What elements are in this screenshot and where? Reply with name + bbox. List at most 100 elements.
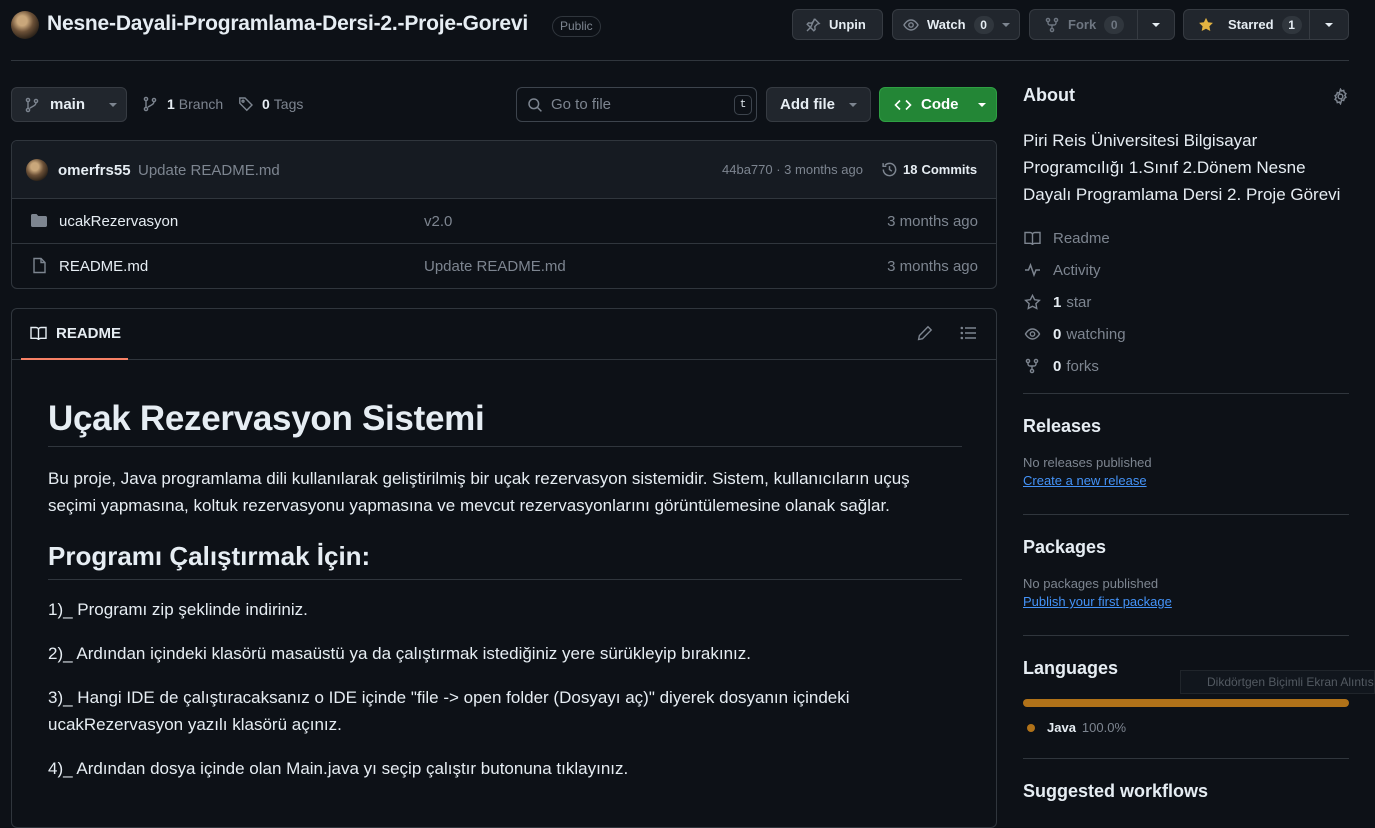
tags-label: Tags xyxy=(273,96,304,112)
chevron-down-icon[interactable] xyxy=(1001,20,1011,30)
readme-tab-label: README xyxy=(56,325,122,342)
watch-label: Watch xyxy=(927,17,966,32)
visibility-badge: Public xyxy=(552,16,601,37)
packages-empty: No packages published xyxy=(1023,576,1159,591)
readme-link[interactable]: Readme xyxy=(1023,222,1349,254)
branch-name: main xyxy=(50,96,86,113)
branch-selector[interactable]: main xyxy=(11,87,127,122)
watch-button[interactable]: Watch 0 xyxy=(892,9,1020,40)
latest-commit-bar: omerfrs55 Update README.md 44ba770 · 3 m… xyxy=(12,141,996,199)
header-divider xyxy=(11,60,1349,61)
file-row[interactable]: ucakRezervasyon v2.0 3 months ago xyxy=(12,199,996,244)
unpin-label: Unpin xyxy=(829,17,866,32)
chevron-down-icon[interactable] xyxy=(1138,20,1174,30)
activity-link[interactable]: Activity xyxy=(1023,254,1349,286)
fork-icon xyxy=(1023,358,1041,374)
chevron-down-icon[interactable] xyxy=(1310,20,1348,30)
file-name[interactable]: README.md xyxy=(59,258,148,275)
readme-content: Uçak Rezervasyon Sistemi Bu proje, Java … xyxy=(48,397,962,799)
watching-count: 0 xyxy=(1053,325,1062,343)
star-filled-icon xyxy=(1198,17,1214,33)
commits-label: Commits xyxy=(921,162,978,177)
fork-icon xyxy=(1044,17,1060,33)
watching-link[interactable]: 0 watching xyxy=(1023,318,1349,350)
readme-title: Uçak Rezervasyon Sistemi xyxy=(48,397,962,447)
code-button[interactable]: Code xyxy=(879,87,997,122)
tooltip-text: Dikdörtgen Biçimli Ekran Alıntısı xyxy=(1207,675,1375,689)
about-description: Piri Reis Üniversitesi Bilgisayar Progra… xyxy=(1023,131,1341,204)
stars-count: 1 xyxy=(1053,293,1062,311)
readme-header: README xyxy=(12,309,996,360)
fork-label: Fork xyxy=(1068,17,1097,32)
create-release-link[interactable]: Create a new release xyxy=(1023,473,1349,488)
file-commit-message[interactable]: v2.0 xyxy=(424,213,452,230)
file-name[interactable]: ucakRezervasyon xyxy=(59,213,178,230)
pulse-icon xyxy=(1023,263,1041,277)
go-to-file-input[interactable] xyxy=(551,96,721,113)
commit-author[interactable]: omerfrs55 xyxy=(58,162,131,179)
workflows-section: Suggested workflows xyxy=(1023,759,1349,802)
branches-link[interactable]: 1 Branch xyxy=(142,96,223,112)
owner-avatar[interactable] xyxy=(11,11,39,39)
releases-title[interactable]: Releases xyxy=(1023,416,1349,437)
list-outline-icon[interactable] xyxy=(960,325,977,341)
branches-count: 1 xyxy=(167,96,175,112)
readme-panel: README Uçak Rezervasyon Sistemi Bu proje… xyxy=(11,308,997,828)
about-title: About xyxy=(1023,85,1075,105)
publish-package-link[interactable]: Publish your first package xyxy=(1023,594,1349,609)
branch-icon xyxy=(24,97,40,113)
packages-title[interactable]: Packages xyxy=(1023,537,1349,558)
forks-label: forks xyxy=(1066,357,1099,375)
shortcut-key: t xyxy=(734,95,752,115)
pencil-icon[interactable] xyxy=(917,325,933,341)
chevron-down-icon xyxy=(977,100,987,110)
commit-hash-time[interactable]: 44ba770 · 3 months ago xyxy=(722,162,863,177)
forks-count: 0 xyxy=(1053,357,1062,375)
branches-label: Branch xyxy=(178,96,224,112)
releases-empty: No releases published xyxy=(1023,455,1152,470)
watching-label: watching xyxy=(1066,325,1126,343)
language-bar xyxy=(1023,699,1349,707)
fork-count: 0 xyxy=(1104,15,1125,34)
repo-sidebar: About Piri Reis Üniversitesi Bilgisayar … xyxy=(1023,85,1349,802)
readme-step: 3)_ Hangi IDE de çalıştıracaksanız o IDE… xyxy=(48,688,850,734)
file-row[interactable]: README.md Update README.md 3 months ago xyxy=(12,244,996,288)
gear-icon[interactable] xyxy=(1332,88,1349,105)
unpin-button[interactable]: Unpin xyxy=(792,9,883,40)
readme-step: 4)_ Ardından dosya içinde olan Main.java… xyxy=(48,759,629,778)
readme-step: 2)_ Ardından içindeki klasörü masaüstü y… xyxy=(48,644,751,663)
go-to-file-search[interactable]: t xyxy=(516,87,757,122)
readme-heading: Programı Çalıştırmak İçin: xyxy=(48,539,962,580)
fork-button[interactable]: Fork 0 xyxy=(1029,9,1175,40)
language-item[interactable]: Java 100.0% xyxy=(1023,720,1349,735)
book-icon xyxy=(30,326,47,341)
tab-readme[interactable]: README xyxy=(21,309,128,360)
file-icon xyxy=(32,257,47,274)
star-count: 1 xyxy=(1281,15,1302,34)
code-icon xyxy=(894,97,912,113)
language-dot xyxy=(1027,723,1035,732)
commit-message[interactable]: Update README.md xyxy=(138,162,280,179)
starred-button[interactable]: Starred 1 xyxy=(1183,9,1349,40)
workflows-title: Suggested workflows xyxy=(1023,781,1209,801)
commits-link[interactable]: 18 Commits xyxy=(881,161,977,178)
add-file-button[interactable]: Add file xyxy=(766,87,871,122)
tags-count: 0 xyxy=(262,96,270,112)
file-commit-message[interactable]: Update README.md xyxy=(424,258,566,275)
readme-step: 1)_ Programı zip şeklinde indiriniz. xyxy=(48,600,308,619)
activity-label: Activity xyxy=(1053,261,1101,279)
author-avatar[interactable] xyxy=(26,159,48,181)
star-icon xyxy=(1023,293,1041,311)
tags-link[interactable]: 0 Tags xyxy=(238,96,303,112)
stars-link[interactable]: 1 star xyxy=(1023,286,1349,318)
language-name: Java xyxy=(1047,720,1076,735)
add-file-label: Add file xyxy=(780,96,835,113)
branch-icon xyxy=(142,96,158,112)
snipping-tooltip: Dikdörtgen Biçimli Ekran Alıntısı xyxy=(1180,670,1375,694)
repo-header: Nesne-Dayali-Programlama-Dersi-2.-Proje-… xyxy=(0,0,1375,61)
repo-name[interactable]: Nesne-Dayali-Programlama-Dersi-2.-Proje-… xyxy=(47,12,528,36)
search-icon xyxy=(527,97,543,113)
eye-icon xyxy=(903,17,919,33)
chevron-down-icon xyxy=(108,100,118,110)
forks-link[interactable]: 0 forks xyxy=(1023,350,1349,382)
